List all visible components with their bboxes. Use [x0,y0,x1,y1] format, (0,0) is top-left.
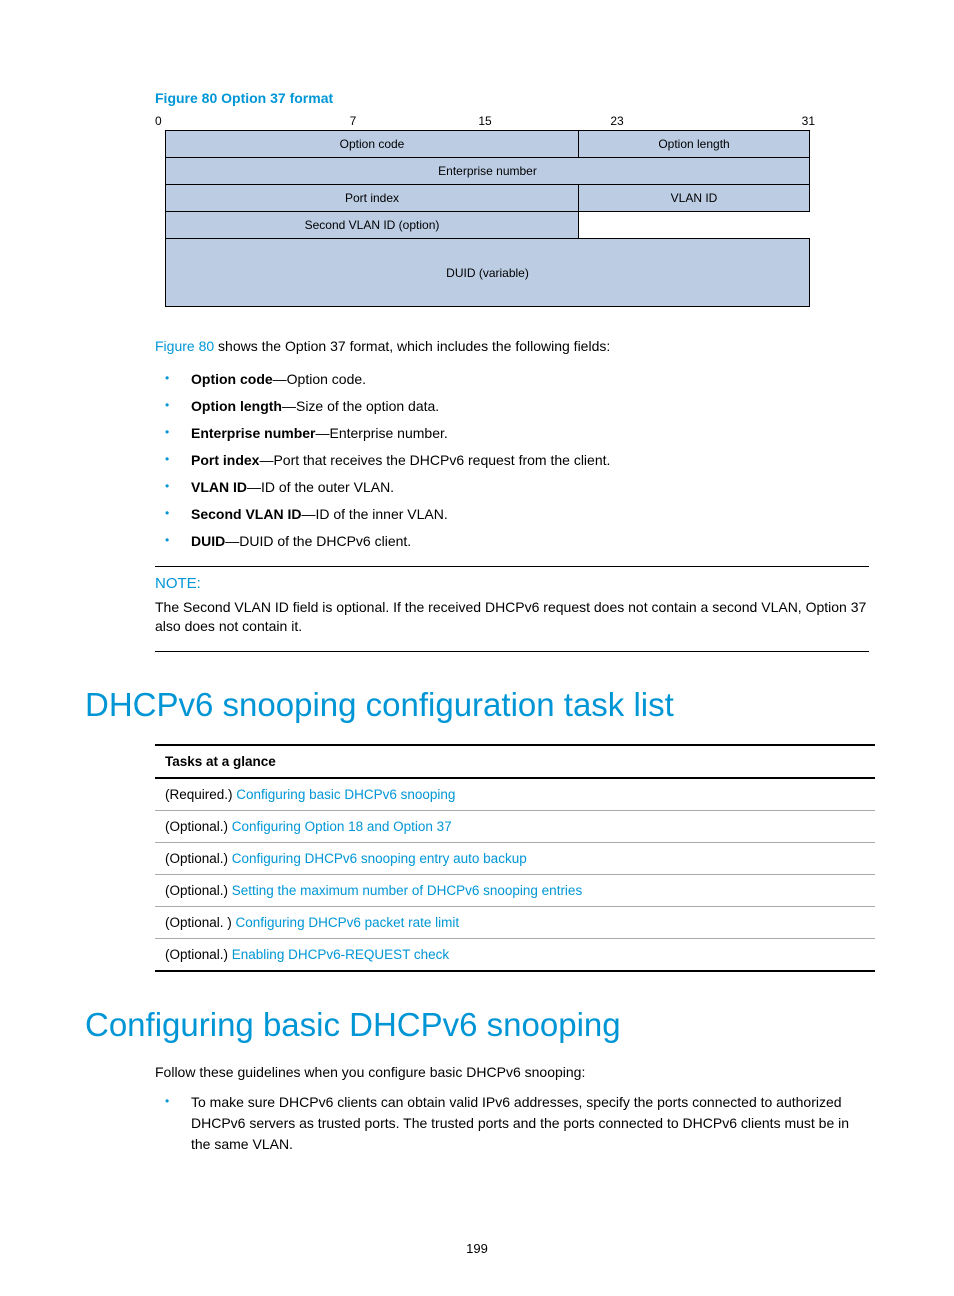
field-list: Option code—Option code. Option length—S… [155,369,869,552]
page: Figure 80 Option 37 format 0 7 15 23 31 … [0,0,954,1296]
divider [155,651,869,652]
field-term: DUID [191,533,225,549]
intro-paragraph: Figure 80 shows the Option 37 format, wh… [155,337,869,357]
divider [155,566,869,567]
bit-7: 7 [287,114,419,128]
task-prefix: (Required.) [165,787,236,802]
cell-duid: DUID (variable) [166,239,810,307]
field-term: Enterprise number [191,425,315,441]
list-item: VLAN ID—ID of the outer VLAN. [155,477,869,498]
cell-vlan-id: VLAN ID [579,185,810,212]
list-item: Option code—Option code. [155,369,869,390]
figure-title: Figure 80 Option 37 format [155,90,869,106]
table-row: (Required.) Configuring basic DHCPv6 sno… [155,778,875,811]
cell-option-code: Option code [166,131,579,158]
field-desc: —Option code. [273,371,366,387]
note-text: The Second VLAN ID field is optional. If… [155,598,869,637]
list-item: Port index—Port that receives the DHCPv6… [155,450,869,471]
field-desc: —Enterprise number. [315,425,447,441]
field-term: Option code [191,371,273,387]
field-term: Port index [191,452,259,468]
field-term: Option length [191,398,282,414]
option37-diagram: Option code Option length Enterprise num… [165,130,810,307]
task-prefix: (Optional.) [165,851,232,866]
list-item: To make sure DHCPv6 clients can obtain v… [155,1092,869,1155]
list-item: Option length—Size of the option data. [155,396,869,417]
field-term: VLAN ID [191,479,247,495]
task-table: Tasks at a glance (Required.) Configurin… [155,744,875,972]
table-row: (Optional.) Enabling DHCPv6-REQUEST chec… [155,938,875,971]
guidelines-list: To make sure DHCPv6 clients can obtain v… [155,1092,869,1155]
task-prefix: (Optional.) [165,947,232,962]
list-item: Second VLAN ID—ID of the inner VLAN. [155,504,869,525]
table-row: (Optional.) Setting the maximum number o… [155,874,875,906]
task-prefix: (Optional.) [165,883,232,898]
note-label: NOTE: [155,575,869,592]
bit-15: 15 [419,114,551,128]
content-indent: Figure 80 Option 37 format 0 7 15 23 31 … [85,90,869,1155]
field-desc: —Port that receives the DHCPv6 request f… [259,452,610,468]
bit-ruler: 0 7 15 23 31 [155,114,815,128]
field-desc: —DUID of the DHCPv6 client. [225,533,411,549]
bit-31: 31 [683,114,815,128]
field-desc: —ID of the outer VLAN. [247,479,394,495]
cell-option-length: Option length [579,131,810,158]
cell-enterprise-number: Enterprise number [166,158,810,185]
cell-second-vlan-id: Second VLAN ID (option) [166,212,579,239]
field-term: Second VLAN ID [191,506,301,522]
task-link[interactable]: Configuring DHCPv6 snooping entry auto b… [232,851,527,866]
cell-blank [579,212,810,239]
cell-port-index: Port index [166,185,579,212]
list-item: DUID—DUID of the DHCPv6 client. [155,531,869,552]
table-row: (Optional. ) Configuring DHCPv6 packet r… [155,906,875,938]
task-link[interactable]: Setting the maximum number of DHCPv6 sno… [232,883,582,898]
page-number: 199 [0,1241,954,1256]
table-row: (Optional.) Configuring DHCPv6 snooping … [155,842,875,874]
field-desc: —ID of the inner VLAN. [301,506,447,522]
task-link[interactable]: Configuring basic DHCPv6 snooping [236,787,455,802]
table-row: (Optional.) Configuring Option 18 and Op… [155,810,875,842]
heading-task-list: DHCPv6 snooping configuration task list [85,686,869,724]
heading-configuring-basic: Configuring basic DHCPv6 snooping [85,1006,869,1044]
task-prefix: (Optional.) [165,819,232,834]
task-link[interactable]: Configuring DHCPv6 packet rate limit [236,915,460,930]
figure-ref-link[interactable]: Figure 80 [155,338,214,354]
intro-rest: shows the Option 37 format, which includ… [214,338,610,354]
field-desc: —Size of the option data. [282,398,439,414]
list-item: Enterprise number—Enterprise number. [155,423,869,444]
bit-0: 0 [155,114,287,128]
task-prefix: (Optional. ) [165,915,236,930]
section2-intro: Follow these guidelines when you configu… [155,1064,869,1080]
bit-23: 23 [551,114,683,128]
task-link[interactable]: Enabling DHCPv6-REQUEST check [232,947,449,962]
task-link[interactable]: Configuring Option 18 and Option 37 [232,819,452,834]
task-table-header: Tasks at a glance [155,745,875,778]
